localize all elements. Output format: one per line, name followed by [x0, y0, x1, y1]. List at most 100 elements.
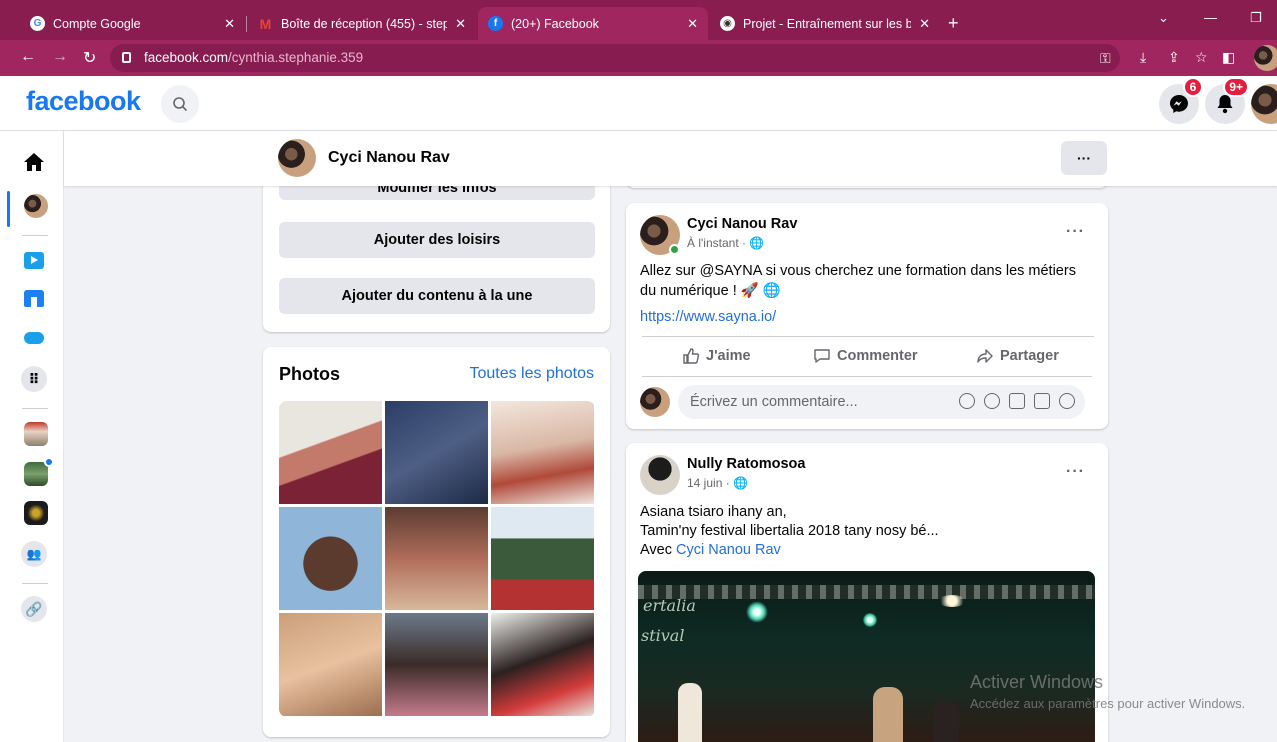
photo-thumbnail[interactable]: [385, 401, 488, 504]
browser-profile-avatar[interactable]: [1254, 45, 1277, 71]
photo-thumbnail[interactable]: [385, 613, 488, 716]
lock-icon: [122, 52, 131, 63]
back-icon[interactable]: ←: [20, 48, 36, 66]
key-icon[interactable]: ⚿: [1100, 50, 1111, 67]
comment-input[interactable]: Écrivez un commentaire...: [678, 385, 1085, 419]
profile-sticky-header: Cyci Nanou Rav ···: [64, 131, 1277, 186]
watch-icon[interactable]: [22, 248, 46, 272]
emoji-icon[interactable]: [984, 393, 1000, 409]
tab-search-icon[interactable]: ⌄: [1158, 10, 1169, 26]
like-button[interactable]: J'aime: [682, 347, 751, 365]
minimize-icon[interactable]: —: [1204, 10, 1217, 25]
video-banner-text: stival: [641, 626, 685, 645]
messenger-button[interactable]: 6: [1159, 77, 1203, 124]
post-action-bar: J'aime Commenter Partager: [642, 336, 1094, 376]
post-author[interactable]: Cyci Nanou Rav: [687, 216, 797, 232]
post-timestamp[interactable]: À l'instant · 🌐: [687, 236, 764, 250]
tab-google-account[interactable]: G Compte Google ✕: [20, 7, 245, 40]
link-icon[interactable]: 🔗: [21, 596, 47, 622]
windows-activation-title: Activer Windows: [970, 672, 1104, 692]
bookmark-star-icon[interactable]: ☆: [1195, 49, 1208, 66]
marketplace-icon[interactable]: [22, 286, 46, 310]
tagged-user-link[interactable]: Cyci Nanou Rav: [676, 542, 781, 558]
forward-icon[interactable]: →: [52, 48, 68, 66]
google-icon: G: [30, 16, 45, 31]
close-icon[interactable]: ✕: [919, 16, 930, 32]
video-banner-text: ertalia: [643, 596, 696, 615]
side-panel-icon[interactable]: ◧: [1222, 49, 1235, 66]
photo-thumbnail[interactable]: [491, 507, 594, 610]
photo-thumbnail[interactable]: [279, 401, 382, 504]
video-thumbnail[interactable]: ertalia stival: [638, 571, 1095, 742]
comment-icon: [814, 349, 830, 363]
rail-divider: [22, 408, 48, 409]
online-dot: [669, 244, 680, 255]
browser-tab-strip: G Compte Google ✕ M Boîte de réception (…: [0, 0, 1277, 40]
post-more-icon[interactable]: ···: [1066, 463, 1085, 481]
account-avatar[interactable]: [1251, 84, 1277, 124]
rail-divider: [22, 235, 48, 236]
new-tab-button[interactable]: +: [948, 13, 959, 34]
tab-projet[interactable]: ◉ Projet - Entraînement sur les bas ✕: [710, 7, 940, 40]
search-button[interactable]: [161, 85, 199, 123]
browser-toolbar: ← → ↻ facebook.com/cynthia.stephanie.359…: [0, 40, 1277, 76]
close-icon[interactable]: ✕: [687, 16, 698, 32]
add-hobbies-button[interactable]: Ajouter des loisirs: [279, 222, 595, 258]
camera-icon[interactable]: [1009, 393, 1025, 409]
post-more-icon[interactable]: ···: [1066, 223, 1085, 241]
profile-name[interactable]: Cyci Nanou Rav: [328, 149, 450, 167]
gmail-icon: M: [259, 15, 272, 32]
facebook-logo[interactable]: facebook: [26, 86, 141, 117]
avatar-sticker-icon[interactable]: [959, 393, 975, 409]
post-timestamp[interactable]: 14 juin · 🌐: [687, 476, 748, 490]
photo-thumbnail[interactable]: [491, 401, 594, 504]
notifications-button[interactable]: 9+: [1205, 77, 1249, 124]
more-options-button[interactable]: ···: [1061, 141, 1107, 175]
tab-facebook[interactable]: f (20+) Facebook ✕: [478, 7, 708, 40]
restore-icon[interactable]: ❐: [1250, 10, 1262, 26]
install-icon[interactable]: ⤓: [1140, 49, 1146, 66]
post-author[interactable]: Nully Ratomosoa: [687, 456, 805, 472]
reload-icon[interactable]: ↻: [83, 48, 96, 68]
group-shortcut-2[interactable]: [24, 462, 48, 486]
photo-thumbnail[interactable]: [279, 507, 382, 610]
messenger-badge: 6: [1183, 77, 1203, 97]
post-text-line: Tamin'ny festival libertalia 2018 tany n…: [640, 523, 939, 539]
add-featured-button[interactable]: Ajouter du contenu à la une: [279, 278, 595, 314]
rocket-emoji-icon: 🚀: [740, 283, 759, 299]
messenger-icon: [1170, 95, 1188, 113]
commenter-avatar[interactable]: [640, 387, 670, 417]
photos-heading: Photos: [279, 364, 340, 384]
rail-divider: [22, 583, 48, 584]
close-icon[interactable]: ✕: [455, 16, 466, 32]
author-avatar[interactable]: [640, 455, 680, 495]
group-shortcut-1[interactable]: [24, 422, 48, 446]
home-icon[interactable]: [22, 150, 46, 174]
photo-thumbnail[interactable]: [279, 613, 382, 716]
tab-title: Boîte de réception (455) - stepha: [281, 16, 448, 31]
globe-emoji-icon: 🌐: [762, 283, 781, 299]
sticker-icon[interactable]: [1059, 393, 1075, 409]
menu-grid-icon[interactable]: ⠿: [21, 366, 47, 392]
address-bar[interactable]: facebook.com/cynthia.stephanie.359 ⚿: [110, 44, 1120, 72]
gif-icon[interactable]: [1034, 393, 1050, 409]
groups-icon[interactable]: 👥: [21, 541, 47, 567]
share-arrow-icon: [977, 349, 993, 363]
tab-title: (20+) Facebook: [511, 16, 599, 31]
photo-thumbnail[interactable]: [491, 613, 594, 716]
gaming-icon[interactable]: [22, 326, 46, 350]
see-all-photos-link[interactable]: Toutes les photos: [469, 365, 594, 383]
tab-gmail[interactable]: M Boîte de réception (455) - stepha ✕: [248, 7, 476, 40]
rail-profile-avatar[interactable]: [24, 194, 48, 218]
share-icon[interactable]: ⇪: [1168, 49, 1180, 66]
post-text-line: Asiana tsiaro ihany an,: [640, 504, 787, 520]
comment-placeholder: Écrivez un commentaire...: [690, 394, 858, 410]
photo-thumbnail[interactable]: [385, 507, 488, 610]
tab-separator: [246, 16, 247, 32]
close-icon[interactable]: ✕: [224, 16, 235, 32]
group-shortcut-3[interactable]: [24, 501, 48, 525]
profile-avatar[interactable]: [278, 139, 316, 177]
share-button[interactable]: Partager: [976, 347, 1059, 365]
comment-button[interactable]: Commenter: [813, 347, 918, 365]
post-link[interactable]: https://www.sayna.io/: [640, 307, 776, 327]
